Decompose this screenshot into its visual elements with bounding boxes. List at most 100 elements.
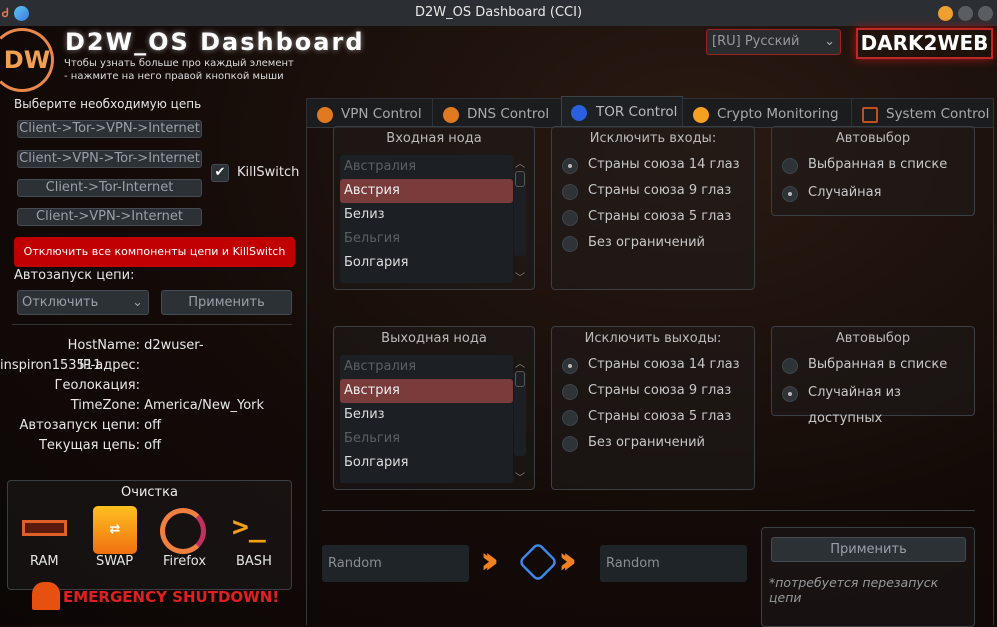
dns-icon: [443, 107, 459, 123]
tor-apply-button[interactable]: Применить: [771, 537, 966, 562]
autostart-apply-button[interactable]: Применить: [161, 290, 292, 315]
list-item[interactable]: Болгария: [340, 251, 513, 275]
radio-selected-in-list[interactable]: Выбранная в списке: [772, 152, 972, 180]
close-button[interactable]: [978, 6, 993, 21]
emergency-shutdown-button[interactable]: EMERGENCY SHUTDOWN!: [63, 588, 279, 606]
list-item[interactable]: Бельгия: [340, 227, 513, 251]
current-chain-value: off: [144, 438, 162, 453]
swap-label: SWAP: [96, 554, 134, 569]
autostart-value: off: [144, 418, 162, 433]
arrows-icon: ››: [558, 538, 578, 582]
app-title: D2W_OS Dashboard: [65, 28, 365, 56]
disable-all-button[interactable]: Отключить все компоненты цепи и KillSwit…: [14, 237, 295, 267]
title-bar: Ꮷ D2W_OS Dashboard (CCI): [0, 0, 997, 26]
tab-vpn-control[interactable]: VPN Control: [306, 98, 433, 128]
ram-label: RAM: [30, 554, 59, 569]
radio-selected-in-list[interactable]: Выбранная в списке: [772, 352, 972, 380]
list-item[interactable]: Болгария: [340, 451, 513, 475]
chevron-down-icon: ⌄: [132, 295, 143, 310]
chevron-down-icon[interactable]: ﹀: [514, 469, 526, 484]
timezone-value: America/New_York: [144, 398, 265, 413]
exclude-exit-title: Исключить выходы:: [584, 331, 722, 346]
info-label: HostName:: [67, 338, 140, 353]
exit-node-group: Выходная нода Австралия Австрия Белиз Бе…: [333, 326, 535, 490]
info-label: TimeZone:: [70, 398, 140, 413]
chain-button-vpn[interactable]: Client->VPN->Internet: [17, 208, 202, 226]
tab-crypto-monitoring[interactable]: Crypto Monitoring: [682, 98, 852, 128]
entry-country-list[interactable]: Австралия Австрия Белиз Бельгия Болгария: [340, 155, 513, 283]
tor-icon: [571, 105, 587, 121]
language-select[interactable]: [RU] Русский ⌄: [706, 29, 841, 55]
divider: [322, 510, 975, 511]
apply-group: Применить *потребуется перезапуск цепи: [761, 527, 975, 627]
info-label: Автозапуск цепи:: [19, 418, 140, 433]
exit-country-list[interactable]: Австралия Австрия Белиз Бельгия Болгария: [340, 355, 513, 483]
info-label: Текущая цепь:: [38, 438, 140, 453]
chevron-down-icon[interactable]: ﹀: [514, 269, 526, 284]
hint-text: Чтобы узнать больше про каждый элемент - …: [64, 58, 294, 82]
maximize-button[interactable]: [958, 6, 973, 21]
minimize-button[interactable]: [938, 6, 953, 21]
radio-5-eyes[interactable]: Страны союза 5 глаз: [552, 404, 752, 430]
firefox-icon[interactable]: [160, 508, 206, 554]
vpn-icon: [317, 107, 333, 123]
exit-auto-title: Автовыбор: [835, 331, 911, 346]
radio-no-limits[interactable]: Без ограничений: [552, 230, 752, 256]
scrollbar[interactable]: [514, 171, 526, 256]
list-item[interactable]: Белиз: [340, 203, 513, 227]
divider: [12, 324, 292, 325]
entry-node-title: Входная нода: [386, 131, 482, 146]
exit-node-field[interactable]: Random: [600, 545, 747, 582]
killswitch-label: KillSwitch: [237, 165, 300, 180]
tab-tor-control[interactable]: TOR Control: [561, 96, 683, 128]
terminal-icon[interactable]: >_: [232, 510, 266, 543]
chevron-up-icon[interactable]: ︿: [514, 155, 526, 170]
swap-icon[interactable]: ⇄: [93, 506, 137, 554]
chain-button-tor[interactable]: Client->Tor-Internet: [17, 179, 202, 197]
dw-logo: DW: [0, 28, 54, 92]
killswitch-checkbox[interactable]: ✔: [211, 164, 229, 182]
radio-9-eyes[interactable]: Страны союза 9 глаз: [552, 178, 752, 204]
entry-node-field[interactable]: Random: [322, 545, 469, 582]
tab-dns-control[interactable]: DNS Control: [432, 98, 562, 128]
autostart-select[interactable]: Отключить ⌄: [17, 290, 149, 315]
scrollbar[interactable]: [514, 371, 526, 456]
system-icon: [862, 107, 878, 123]
list-item[interactable]: Бельгия: [340, 427, 513, 451]
list-item[interactable]: Австралия: [340, 355, 513, 379]
radio-random[interactable]: Случайная: [772, 180, 972, 206]
exclude-entry-title: Исключить входы:: [589, 131, 717, 146]
pin-button[interactable]: [14, 6, 29, 21]
arrows-icon: ››: [480, 538, 500, 582]
radio-9-eyes[interactable]: Страны союза 9 глаз: [552, 378, 752, 404]
cleanup-title: Очистка: [121, 485, 178, 500]
list-item[interactable]: Австрия: [340, 379, 513, 403]
app-icon: Ꮷ: [2, 6, 9, 20]
list-item[interactable]: Белиз: [340, 403, 513, 427]
exclude-entry-group: Исключить входы: Страны союза 14 глаз Ст…: [551, 126, 755, 290]
entry-auto-group: Автовыбор Выбранная в списке Случайная: [771, 126, 975, 216]
info-label: Геолокация:: [54, 378, 140, 393]
list-item[interactable]: Австрия: [340, 179, 513, 203]
entry-auto-title: Автовыбор: [835, 131, 911, 146]
radio-14-eyes[interactable]: Страны союза 14 глаз: [552, 152, 752, 178]
radio-14-eyes[interactable]: Страны союза 14 глаз: [552, 352, 752, 378]
radio-random-available[interactable]: Случайная из доступных: [772, 380, 972, 426]
brand-logo: DARK2WEB: [856, 28, 993, 59]
ram-icon[interactable]: [22, 520, 67, 536]
chain-button-vpn-tor[interactable]: Client->VPN->Tor->Internet: [17, 150, 202, 168]
window-title: D2W_OS Dashboard (CCI): [414, 5, 583, 20]
chevron-up-icon[interactable]: ︿: [514, 355, 526, 370]
list-item[interactable]: Австралия: [340, 155, 513, 179]
radio-5-eyes[interactable]: Страны союза 5 глаз: [552, 204, 752, 230]
chain-button-tor-vpn[interactable]: Client->Tor->VPN->Internet: [17, 120, 202, 138]
radio-no-limits[interactable]: Без ограничений: [552, 430, 752, 456]
bash-label: BASH: [236, 554, 272, 569]
main-window: DW D2W_OS Dashboard Чтобы узнать больше …: [0, 26, 997, 627]
autostart-label: Автозапуск цепи:: [14, 268, 135, 283]
alarm-icon: [32, 582, 60, 610]
system-info: HostName: d2wuser-inspiron153511 IP-адре…: [0, 336, 300, 456]
exclude-exit-group: Исключить выходы: Страны союза 14 глаз С…: [551, 326, 755, 490]
chevron-down-icon: ⌄: [824, 34, 835, 49]
tab-system-control[interactable]: System Control: [851, 98, 994, 128]
